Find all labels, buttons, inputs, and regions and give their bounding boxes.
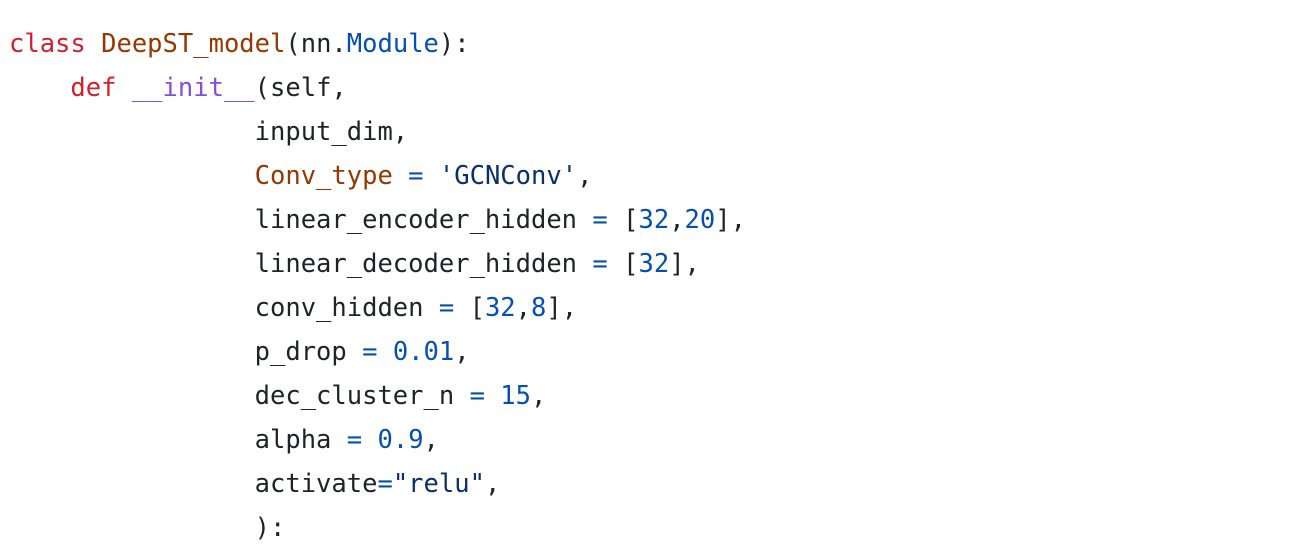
- code-token-operator: =: [346, 425, 363, 455]
- code-token-plain: alpha: [9, 425, 347, 455]
- code-line: linear_decoder_hidden = [32],: [9, 242, 746, 286]
- code-token-operator: =: [362, 337, 378, 367]
- code-token-plain: activate: [9, 469, 378, 499]
- code-token-class-name: DeepST_model: [101, 29, 286, 59]
- code-token-keyword: class: [9, 29, 86, 59]
- code-token-plain: linear_encoder_hidden: [9, 205, 593, 235]
- code-token-number: 20: [684, 205, 716, 235]
- code-token-plain: ,: [484, 469, 501, 499]
- code-token-operator: =: [438, 293, 455, 323]
- code-line: p_drop = 0.01,: [9, 330, 746, 374]
- code-token-string: 'GCNConv': [438, 161, 578, 191]
- code-block: class DeepST_model(nn.Module): def __ini…: [9, 22, 746, 550]
- code-token-plain: p_drop: [9, 337, 363, 367]
- code-line: def __init__(self,: [9, 66, 746, 110]
- code-viewer: class DeepST_model(nn.Module): def __ini…: [0, 0, 1308, 554]
- code-token-operator: =: [408, 161, 424, 191]
- code-token-number: 32: [484, 293, 516, 323]
- code-token-plain: ],: [715, 205, 746, 235]
- code-token-plain: ,: [423, 425, 439, 455]
- code-token-number: 0.01: [392, 337, 455, 367]
- code-line: conv_hidden = [32,8],: [9, 286, 746, 330]
- code-token-operator: =: [469, 381, 485, 411]
- code-token-plain: ):: [438, 29, 470, 59]
- code-token-plain: [: [607, 205, 639, 235]
- code-line: dec_cluster_n = 15,: [9, 374, 746, 418]
- code-token-plain: (nn.: [285, 29, 347, 59]
- code-token-number: 32: [638, 205, 670, 235]
- code-line: class DeepST_model(nn.Module):: [9, 22, 746, 66]
- code-line: linear_encoder_hidden = [32,20],: [9, 198, 746, 242]
- code-token-plain: conv_hidden: [9, 293, 439, 323]
- code-token-plain: ):: [9, 513, 286, 543]
- code-token-plain: (self,: [254, 73, 347, 103]
- code-token-plain: ,: [515, 293, 532, 323]
- code-token-operator: =: [377, 469, 393, 499]
- code-token-number: 8: [531, 293, 547, 323]
- code-line: input_dim,: [9, 110, 746, 154]
- code-token-plain: ],: [669, 249, 700, 279]
- code-token-class-name: Conv_type: [254, 161, 393, 191]
- code-line: Conv_type = 'GCNConv',: [9, 154, 746, 198]
- code-token-number: 32: [638, 249, 670, 279]
- code-token-plain: ,: [454, 337, 470, 367]
- code-token-builtin: Module: [346, 29, 439, 59]
- code-line: alpha = 0.9,: [9, 418, 746, 462]
- code-line: activate="relu",: [9, 462, 746, 506]
- code-token-keyword: def: [70, 73, 117, 103]
- code-token-plain: input_dim,: [9, 117, 409, 147]
- code-token-plain: [: [607, 249, 639, 279]
- code-token-plain: ,: [531, 381, 547, 411]
- code-token-function: __init__: [131, 73, 255, 103]
- code-token-plain: [: [454, 293, 485, 323]
- code-token-plain: ,: [577, 161, 593, 191]
- code-token-plain: dec_cluster_n: [9, 381, 470, 411]
- code-token-plain: linear_decoder_hidden: [9, 249, 593, 279]
- code-token-plain: ,: [669, 205, 685, 235]
- code-token-operator: =: [592, 249, 608, 279]
- code-token-string: "relu": [392, 469, 485, 499]
- code-token-number: 0.9: [377, 425, 424, 455]
- code-line: ):: [9, 506, 746, 550]
- code-token-operator: =: [592, 205, 608, 235]
- code-token-plain: ],: [546, 293, 578, 323]
- code-token-number: 15: [500, 381, 532, 411]
